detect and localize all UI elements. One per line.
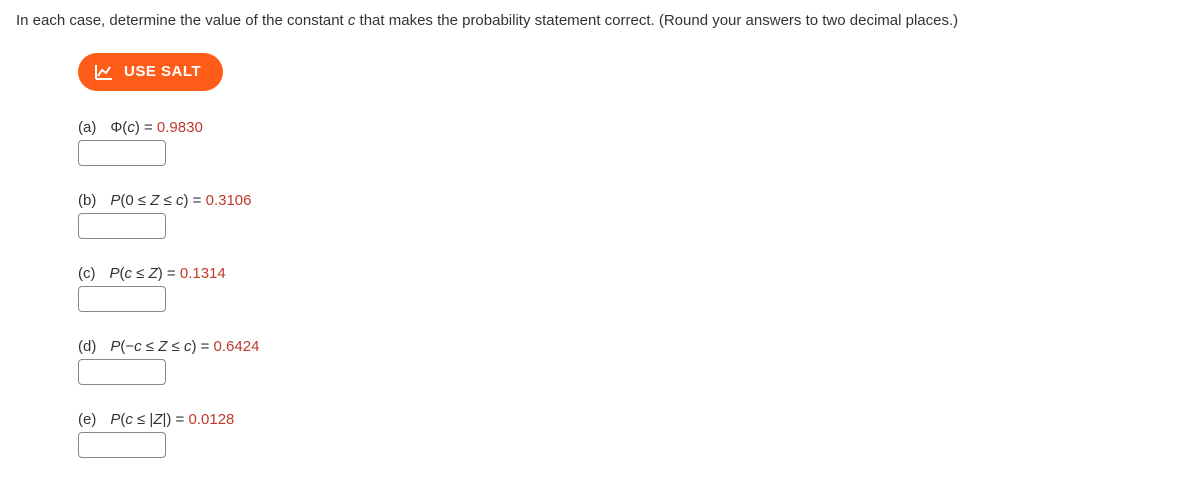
problem-c-line: (c) P(c ≤ Z) = 0.1314 xyxy=(78,265,1184,282)
answer-input-e[interactable] xyxy=(78,432,166,458)
problems-container: (a) Φ(c) = 0.9830 (b) P(0 ≤ Z ≤ c) = 0.3… xyxy=(78,119,1184,458)
expr-text: ≤ xyxy=(167,338,184,355)
problem-e-expression: P(c ≤ |Z|) = 0.0128 xyxy=(110,411,234,428)
problem-a-expression: Φ(c) = 0.9830 xyxy=(110,119,202,136)
instruction-prefix: In each case, determine the value of the… xyxy=(16,12,348,29)
expr-var: c xyxy=(176,192,184,209)
problem-b-expression: P(0 ≤ Z ≤ c) = 0.3106 xyxy=(110,192,251,209)
expr-var: Z xyxy=(158,338,167,355)
expr-value: 0.0128 xyxy=(189,411,235,428)
use-salt-button[interactable]: USE SALT xyxy=(78,53,223,91)
problem-b: (b) P(0 ≤ Z ≤ c) = 0.3106 xyxy=(78,192,1184,239)
expr-value: 0.3106 xyxy=(206,192,252,209)
problem-c-expression: P(c ≤ Z) = 0.1314 xyxy=(110,265,226,282)
answer-input-a[interactable] xyxy=(78,140,166,166)
problem-d-label: (d) xyxy=(78,338,96,355)
expr-var: Z xyxy=(149,265,158,282)
problem-a: (a) Φ(c) = 0.9830 xyxy=(78,119,1184,166)
expr-value: 0.6424 xyxy=(214,338,260,355)
expr-text: P xyxy=(110,265,120,282)
problem-d: (d) P(−c ≤ Z ≤ c) = 0.6424 xyxy=(78,338,1184,385)
expr-text: |) = xyxy=(163,411,189,428)
problem-b-label: (b) xyxy=(78,192,96,209)
expr-text: P xyxy=(110,338,120,355)
problem-b-line: (b) P(0 ≤ Z ≤ c) = 0.3106 xyxy=(78,192,1184,209)
problem-a-label: (a) xyxy=(78,119,96,136)
expr-text: (0 ≤ xyxy=(120,192,150,209)
expr-text: P xyxy=(110,411,120,428)
problem-c: (c) P(c ≤ Z) = 0.1314 xyxy=(78,265,1184,312)
problem-a-line: (a) Φ(c) = 0.9830 xyxy=(78,119,1184,136)
chart-icon xyxy=(94,63,114,81)
expr-text: ≤ | xyxy=(133,411,153,428)
expr-value: 0.9830 xyxy=(157,119,203,136)
expr-var: c xyxy=(125,411,133,428)
expr-text: P xyxy=(110,192,120,209)
problem-d-line: (d) P(−c ≤ Z ≤ c) = 0.6424 xyxy=(78,338,1184,355)
instruction-suffix: that makes the probability statement cor… xyxy=(355,12,958,29)
problem-e-line: (e) P(c ≤ |Z|) = 0.0128 xyxy=(78,411,1184,428)
expr-text: ≤ xyxy=(159,192,176,209)
instruction-text: In each case, determine the value of the… xyxy=(16,10,1184,33)
expr-value: 0.1314 xyxy=(180,265,226,282)
expr-text: ) = xyxy=(191,338,213,355)
problem-c-label: (c) xyxy=(78,265,96,282)
expr-text: Φ( xyxy=(110,119,127,136)
use-salt-label: USE SALT xyxy=(124,63,201,80)
answer-input-b[interactable] xyxy=(78,213,166,239)
expr-var: c xyxy=(125,265,133,282)
expr-text: ) = xyxy=(158,265,180,282)
expr-var: c xyxy=(134,338,142,355)
expr-text: ≤ xyxy=(132,265,149,282)
answer-input-c[interactable] xyxy=(78,286,166,312)
expr-var: c xyxy=(127,119,135,136)
expr-var: Z xyxy=(153,411,162,428)
problem-e-label: (e) xyxy=(78,411,96,428)
problem-e: (e) P(c ≤ |Z|) = 0.0128 xyxy=(78,411,1184,458)
answer-input-d[interactable] xyxy=(78,359,166,385)
expr-text: ≤ xyxy=(142,338,159,355)
expr-text: ) = xyxy=(184,192,206,209)
expr-text: (− xyxy=(120,338,134,355)
problem-d-expression: P(−c ≤ Z ≤ c) = 0.6424 xyxy=(110,338,259,355)
expr-text: ) = xyxy=(135,119,157,136)
